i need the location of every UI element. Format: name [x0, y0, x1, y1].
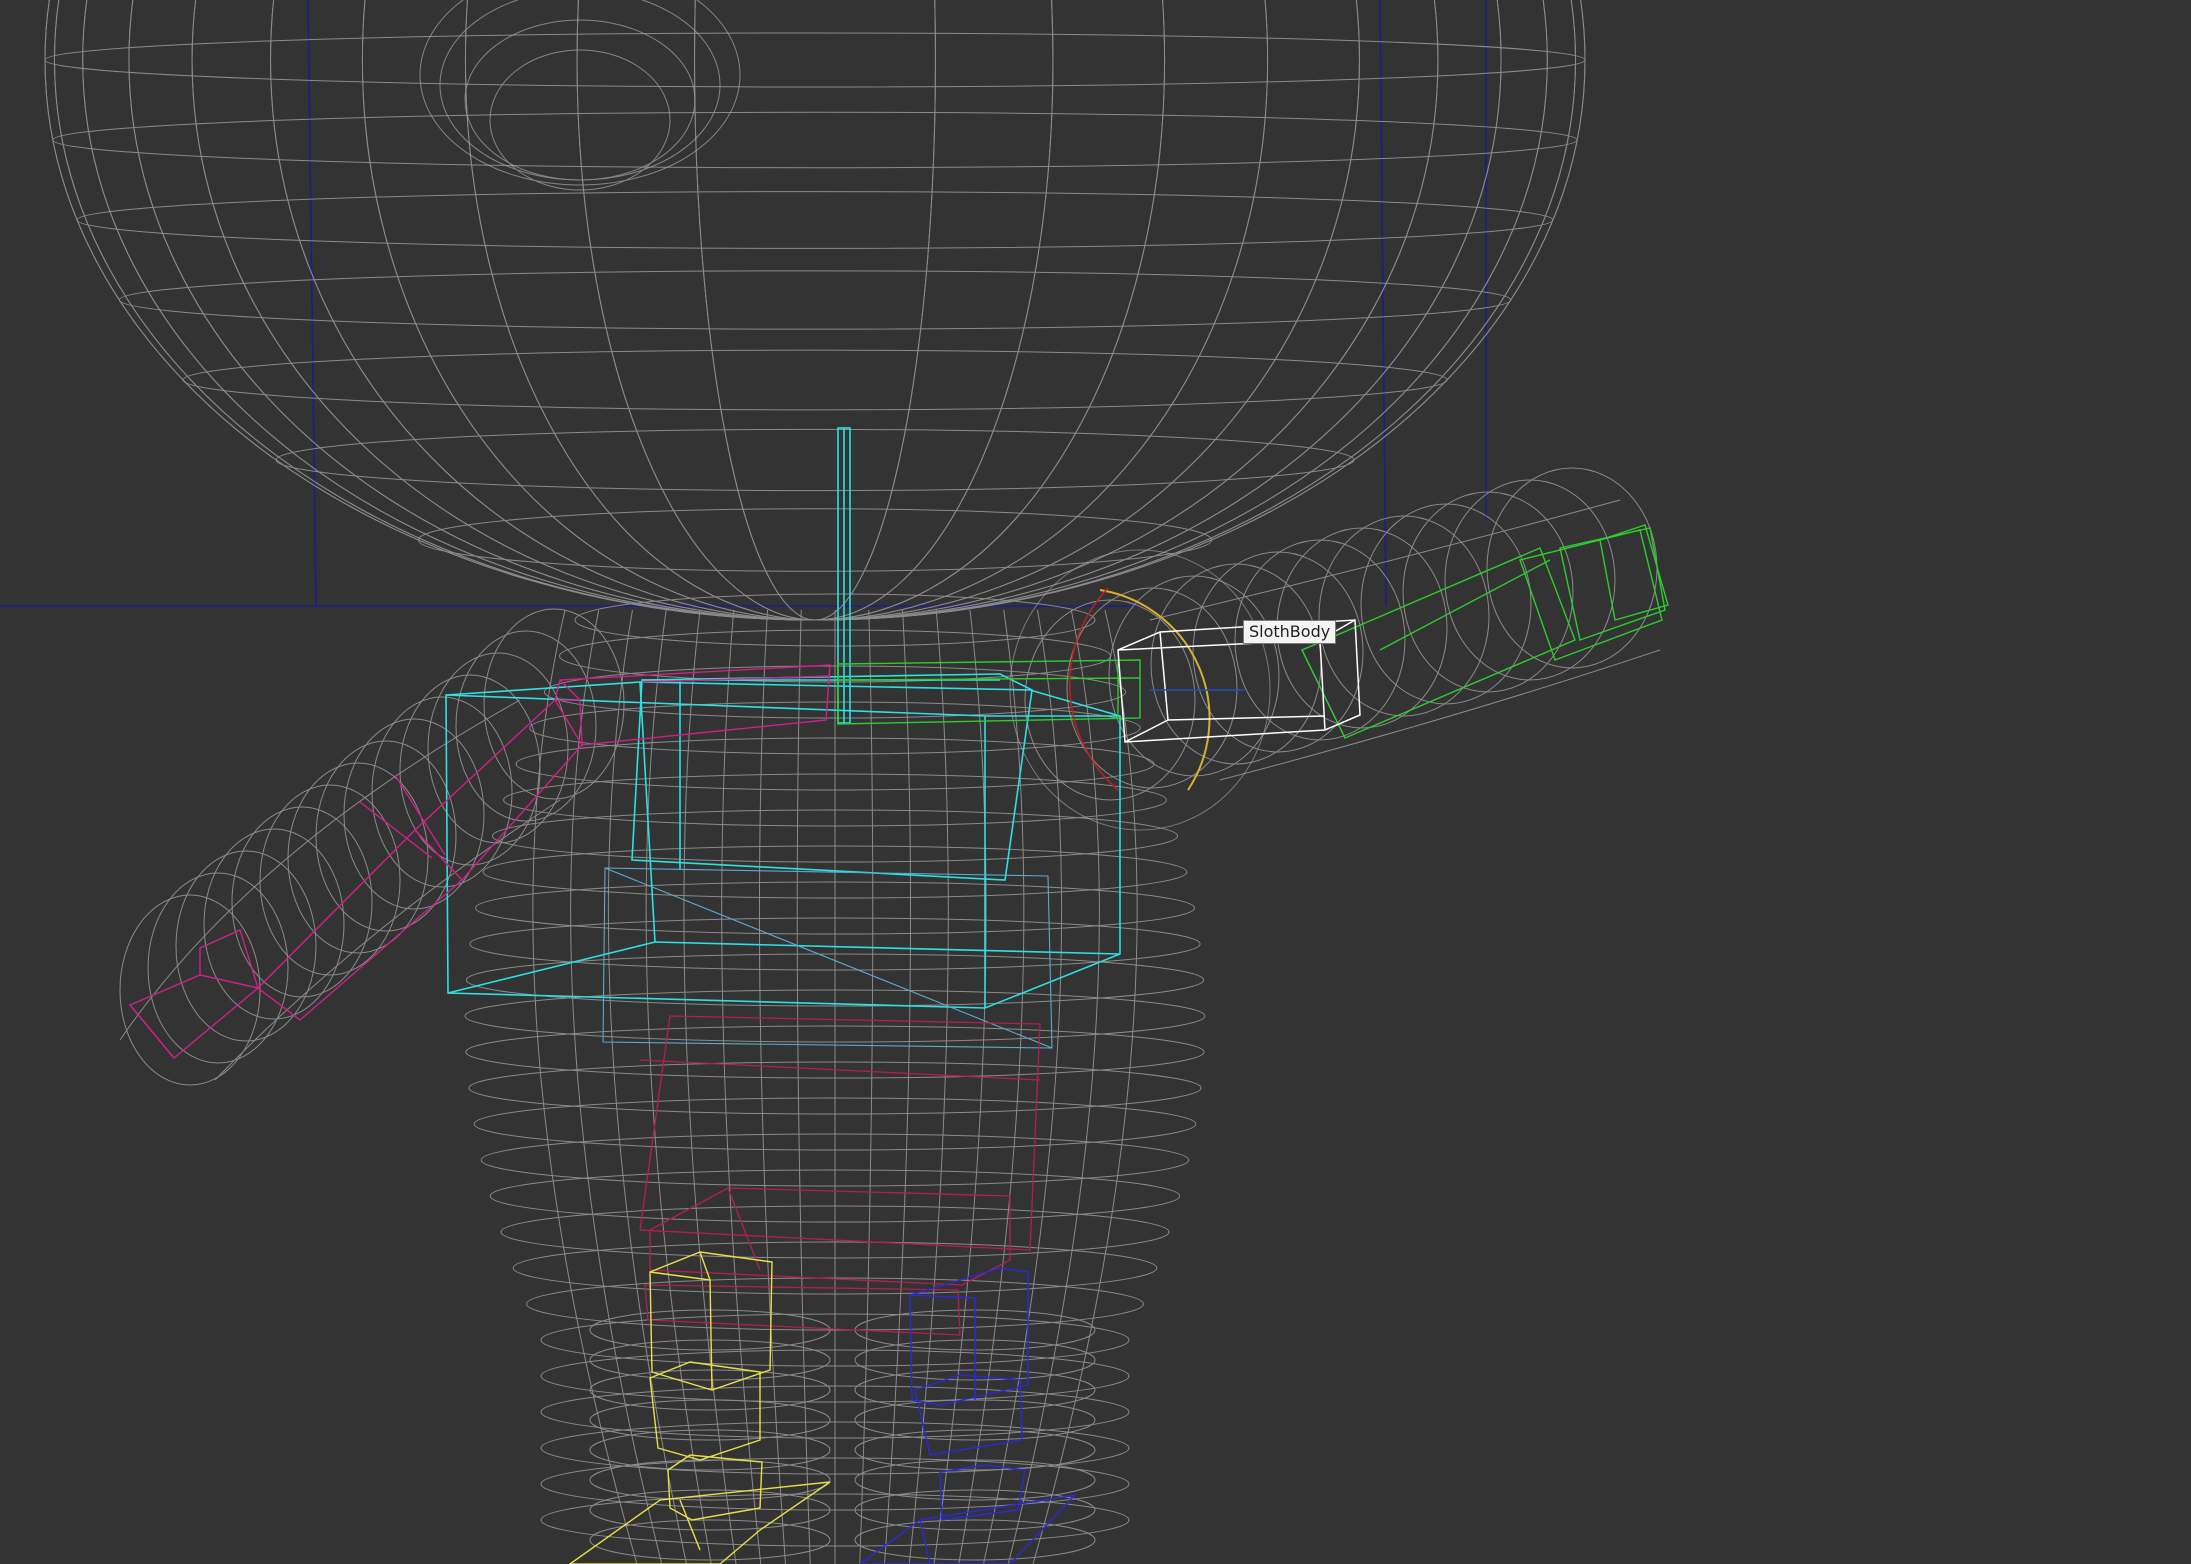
head-mesh-ring [275, 428, 1355, 492]
head-mesh-ring [182, 349, 1448, 411]
head-mesh-meridian [44, 0, 1586, 621]
body-mesh-meridian [796, 609, 811, 1564]
head-mesh-meridian [44, 0, 1586, 621]
right-leg-mesh-ring [854, 1399, 1096, 1441]
head-mesh-meridian [82, 0, 1548, 621]
head-face-detail [419, 0, 741, 191]
left-arm-mesh-ring [231, 806, 373, 998]
left-arm-mesh-ring [119, 894, 261, 1086]
body-mesh-meridian [532, 609, 638, 1564]
head-mesh-meridian [576, 0, 1054, 621]
left-arm-mesh-ring [259, 784, 401, 976]
right-arm-mesh-ring [1402, 491, 1574, 693]
wireframe-scene[interactable] [0, 0, 2191, 1564]
body-mesh-meridian [1032, 609, 1138, 1564]
left-leg-mesh-ring [589, 1459, 831, 1501]
left-arm-mesh-ring [147, 872, 289, 1064]
head-mesh-meridian [191, 0, 1439, 621]
left-arm-mesh-ring [483, 608, 625, 800]
head-mesh-meridian [270, 0, 1360, 621]
head-mesh-ring [118, 270, 1512, 330]
3d-viewport[interactable]: SlothBody [0, 0, 2191, 1564]
head-mesh-ring [52, 111, 1578, 169]
head-mesh-meridian [576, 0, 1054, 621]
left-arm-mesh-ring [175, 850, 317, 1042]
head-mesh-meridian [694, 0, 936, 621]
body-mesh-meridian [570, 609, 663, 1564]
body-mesh-meridian [645, 609, 712, 1564]
left-arm-bones[interactable] [128, 664, 831, 1059]
head-mesh-meridian [191, 0, 1439, 621]
right-arm-mesh-ring [1150, 563, 1322, 765]
left-arm-mesh-ring [203, 828, 345, 1020]
left-arm-mesh-ring [287, 762, 429, 954]
head-mesh-meridian [54, 0, 1576, 621]
head-mesh-meridian [465, 0, 1165, 621]
head-mesh-meridian [362, 0, 1268, 621]
left-leg-bones[interactable] [568, 1251, 831, 1564]
body-mesh-meridian [859, 609, 874, 1564]
body-mesh-meridian [683, 609, 737, 1564]
left-arm-mesh-ring [427, 652, 569, 844]
head-mesh-ring [76, 191, 1554, 249]
head-mesh-meridian [54, 0, 1576, 621]
head-mesh-meridian [128, 0, 1502, 621]
right-leg-mesh-ring [854, 1429, 1096, 1471]
head-mesh-meridian [128, 0, 1502, 621]
right-arm-mesh-ring [1318, 515, 1490, 717]
head-mesh-meridian [82, 0, 1548, 621]
right-arm-mesh-ring [1444, 479, 1616, 681]
head-mesh-meridian [270, 0, 1360, 621]
head-mesh-ring [44, 32, 1586, 88]
head-mesh-meridian [465, 0, 1165, 621]
right-arm-mesh-ring [1486, 467, 1658, 669]
left-leg-mesh-ring [589, 1399, 831, 1441]
object-name-tooltip: SlothBody [1243, 620, 1337, 644]
body-mesh-meridian [607, 609, 687, 1564]
left-leg-mesh-ring [589, 1519, 831, 1561]
head-mesh-meridian [362, 0, 1268, 621]
body-mesh-meridian [933, 609, 987, 1564]
right-leg-mesh-ring [854, 1519, 1096, 1561]
right-arm-mesh-edge [1219, 649, 1661, 781]
body-mesh-meridian [958, 609, 1025, 1564]
head-mesh-meridian [694, 0, 936, 621]
